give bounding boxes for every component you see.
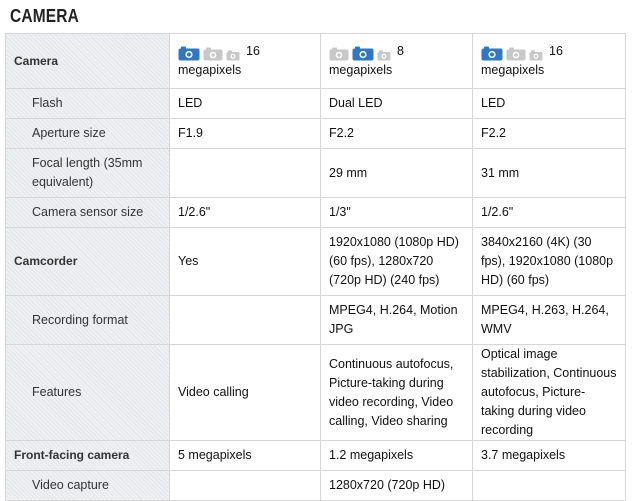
megapixels-unit: megapixels [178, 63, 242, 77]
megapixels-unit: megapixels [481, 63, 545, 77]
table-row-front-camera: Front-facing camera 5 megapixels 1.2 meg… [5, 440, 626, 471]
row-label: Camera sensor size [5, 197, 170, 228]
megapixels-unit: megapixels [329, 63, 393, 77]
row-label: Focal length (35mm equivalent) [5, 148, 170, 198]
spec-cell: Continuous autofocus, Picture-taking dur… [320, 344, 473, 441]
spec-cell: F2.2 [320, 118, 473, 149]
megapixels-value: 16 [549, 44, 563, 58]
spec-cell: 1920x1080 (1080p HD) (60 fps), 1280x720 … [320, 227, 473, 296]
spec-cell: F1.9 [169, 118, 321, 149]
spec-cell: Dual LED [320, 88, 473, 119]
front-camera-icon [226, 50, 240, 61]
spec-cell: Yes [169, 227, 321, 296]
row-label: Flash [5, 88, 170, 119]
camera-icons [178, 46, 240, 61]
row-label: Front-facing camera [5, 440, 170, 471]
camera-cell: 16 megapixels [169, 33, 321, 89]
row-label: Recording format [5, 295, 170, 345]
row-label: Camcorder [5, 227, 170, 296]
table-row-focal-length: Focal length (35mm equivalent) 29 mm 31 … [5, 148, 626, 198]
table-row-camcorder: Camcorder Yes 1920x1080 (1080p HD) (60 f… [5, 227, 626, 296]
spec-cell: F2.2 [472, 118, 626, 149]
camera-icons [481, 46, 543, 61]
back-camera-icon [352, 46, 374, 61]
camera-icons [329, 46, 391, 61]
spec-cell [169, 148, 321, 198]
camera-cell: 8 megapixels [320, 33, 473, 89]
table-row-sensor-size: Camera sensor size 1/2.6" 1/3" 1/2.6" [5, 197, 626, 228]
megapixels-value: 8 [397, 44, 404, 58]
table-row-flash: Flash LED Dual LED LED [5, 88, 626, 119]
spec-cell: 1/3" [320, 197, 473, 228]
spec-cell: LED [169, 88, 321, 119]
spec-cell: LED [472, 88, 626, 119]
spec-cell [169, 295, 321, 345]
spec-cell: 3.7 megapixels [472, 440, 626, 471]
row-label: Camera [5, 33, 170, 89]
spec-cell: 3840x2160 (4K) (30 fps), 1920x1080 (1080… [472, 227, 626, 296]
row-label: Features [5, 344, 170, 441]
camera-cell: 16 megapixels [472, 33, 626, 89]
spec-cell [169, 470, 321, 501]
table-row-recording-format: Recording format MPEG4, H.264, Motion JP… [5, 295, 626, 345]
spec-cell [472, 470, 626, 501]
spec-cell: 5 megapixels [169, 440, 321, 471]
row-label: Video capture [5, 470, 170, 501]
megapixels-value: 16 [246, 44, 260, 58]
camera-icon [506, 47, 526, 61]
spec-cell: 1/2.6" [169, 197, 321, 228]
spec-cell: 1/2.6" [472, 197, 626, 228]
spec-cell: 29 mm [320, 148, 473, 198]
spec-cell: MPEG4, H.264, Motion JPG [320, 295, 473, 345]
spec-cell: Optical image stabilization, Continuous … [472, 344, 626, 441]
camera-icon [329, 47, 349, 61]
back-camera-icon [178, 46, 200, 61]
spec-cell: 1.2 megapixels [320, 440, 473, 471]
table-row-camera: Camera 16 megapixels 8 megapixels 16 meg… [5, 33, 626, 89]
front-camera-icon [529, 50, 543, 61]
camera-icon [203, 47, 223, 61]
spec-cell: 1280x720 (720p HD) [320, 470, 473, 501]
spec-cell: Video calling [169, 344, 321, 441]
spec-cell: 31 mm [472, 148, 626, 198]
spec-cell: MPEG4, H.263, H.264, WMV [472, 295, 626, 345]
row-label: Aperture size [5, 118, 170, 149]
table-row-video-capture: Video capture 1280x720 (720p HD) [5, 470, 626, 501]
camera-spec-table: Camera 16 megapixels 8 megapixels 16 meg… [5, 33, 626, 501]
back-camera-icon [481, 46, 503, 61]
table-row-features: Features Video calling Continuous autofo… [5, 344, 626, 441]
section-title: CAMERA [10, 6, 79, 26]
table-row-aperture: Aperture size F1.9 F2.2 F2.2 [5, 118, 626, 149]
front-camera-icon [377, 50, 391, 61]
